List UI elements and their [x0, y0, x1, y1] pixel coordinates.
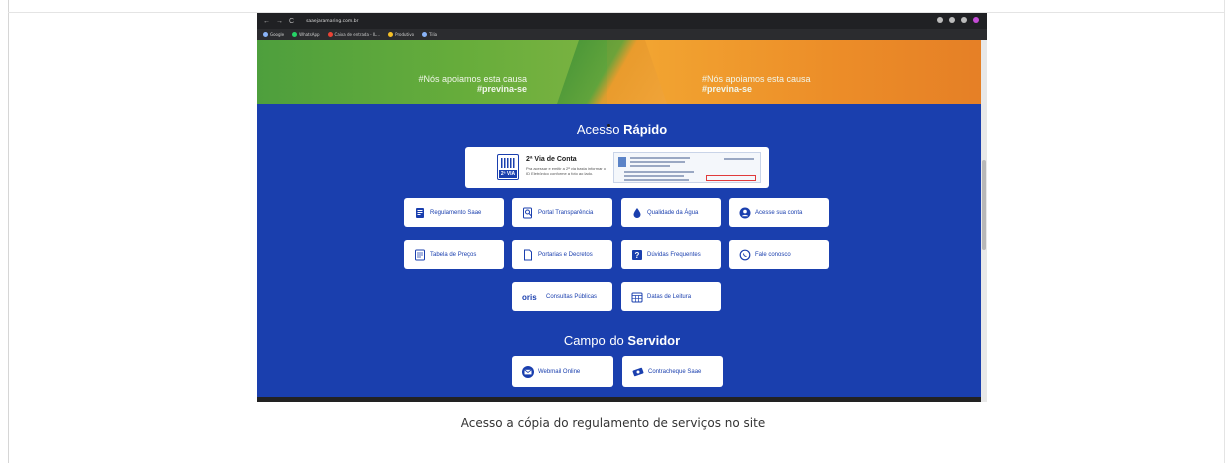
- card-title: 2ª Via de Conta: [526, 156, 577, 163]
- webmail-button[interactable]: Webmail Online: [512, 356, 613, 387]
- bookmark-icon: [388, 32, 394, 37]
- bookmarks-bar: Google WhatsApp Caixa de entrada - IL...…: [257, 29, 987, 40]
- card-description: Pra acessar e emitir a 2ª via basta info…: [526, 166, 606, 176]
- bill-example-image: [613, 152, 761, 183]
- quick-link-label: Tabela de Preços: [430, 251, 477, 258]
- hero-banner[interactable]: #Nós apoiamos esta causa #previna-se #Nó…: [257, 40, 987, 127]
- segunda-via-card[interactable]: 2ª VIA 2ª Via de Conta Pra acessar e emi…: [465, 147, 769, 188]
- quick-link-button[interactable]: Regulamento Saae: [404, 198, 504, 227]
- contracheque-button[interactable]: Contracheque Saae: [622, 356, 723, 387]
- hero-green-panel: [257, 40, 607, 104]
- hero-orange-panel: [607, 40, 987, 104]
- bookmark-icon: [422, 32, 428, 37]
- quick-link-label: Qualidade da Água: [647, 209, 699, 216]
- bill-line: [624, 175, 684, 177]
- page-scrollbar[interactable]: [981, 40, 987, 402]
- bill-line: [724, 158, 754, 160]
- quick-link-label: Datas de Leitura: [647, 293, 692, 300]
- hero-slogan-right: #Nós apoiamos esta causa #previna-se: [702, 74, 811, 94]
- water-drop-icon: [631, 207, 643, 219]
- gmail-icon: [327, 32, 333, 37]
- bill-line: [624, 179, 689, 181]
- whatsapp-icon: [292, 32, 298, 37]
- bill-line: [624, 171, 694, 173]
- quick-link-label: Portarias e Decretos: [538, 251, 593, 258]
- quick-link-label: Consultas Públicas: [546, 293, 598, 300]
- scrollbar-thumb[interactable]: [982, 160, 986, 250]
- website-screenshot: ← → C saaejaramaring.com.br Google Whats…: [257, 13, 987, 402]
- quick-link-button[interactable]: Portarias e Decretos: [512, 240, 612, 269]
- browser-nav: ← → C: [263, 18, 294, 25]
- quick-link-button[interactable]: Acesse sua conta: [729, 198, 829, 227]
- quick-link-label: Dúvidas Frequentes: [647, 251, 701, 258]
- back-icon[interactable]: ←: [263, 18, 270, 25]
- calendar-icon: [631, 291, 643, 303]
- hero-slogan-left: #Nós apoiamos esta causa #previna-se: [418, 74, 527, 94]
- bill-line: [630, 165, 670, 167]
- browser-toolbar: ← → C saaejaramaring.com.br: [257, 13, 987, 29]
- profile-avatar[interactable]: [973, 17, 979, 23]
- quick-link-label: Acesse sua conta: [755, 209, 803, 216]
- money-icon: [632, 366, 644, 378]
- taskbar-strip: [257, 397, 981, 402]
- quick-link-button[interactable]: Qualidade da Água: [621, 198, 721, 227]
- quick-link-label: Portal Transparência: [538, 209, 594, 216]
- forward-icon[interactable]: →: [276, 18, 283, 25]
- whatsapp-icon: [739, 249, 751, 261]
- user-icon: [739, 207, 751, 219]
- oris-logo: oris: [522, 291, 542, 303]
- bill-line: [630, 157, 690, 159]
- extension-icons: [937, 17, 979, 23]
- mail-icon: [522, 365, 534, 378]
- bookmark[interactable]: Google: [263, 32, 284, 37]
- extension-icon[interactable]: [961, 17, 967, 23]
- google-icon: [263, 32, 268, 37]
- left-border: [8, 0, 9, 463]
- quick-link-label: Fale conosco: [755, 251, 791, 258]
- quick-link-button[interactable]: Datas de Leitura: [621, 282, 721, 311]
- quick-link-button[interactable]: ? Dúvidas Frequentes: [621, 240, 721, 269]
- quick-link-button[interactable]: oris Consultas Públicas: [512, 282, 612, 311]
- bill-line: [630, 161, 685, 163]
- extension-icon[interactable]: [949, 17, 955, 23]
- svg-text:oris: oris: [522, 293, 537, 302]
- price-table-icon: [414, 249, 426, 261]
- question-icon: ?: [631, 249, 643, 261]
- campo-servidor-title: Campo do Servidor: [563, 333, 681, 348]
- segunda-via-icon: 2ª VIA: [497, 154, 519, 180]
- reload-icon[interactable]: C: [289, 18, 294, 25]
- bill-logo: [618, 157, 626, 167]
- quick-link-button[interactable]: Fale conosco: [729, 240, 829, 269]
- bookmark[interactable]: Tilia: [422, 32, 437, 37]
- bookmark[interactable]: Produtivo: [388, 32, 414, 37]
- document-icon: [414, 207, 426, 219]
- page-frame: ← → C saaejaramaring.com.br Google Whats…: [0, 0, 1226, 463]
- address-bar[interactable]: saaejaramaring.com.br: [306, 19, 358, 24]
- quick-link-label: Regulamento Saae: [430, 209, 482, 216]
- svg-text:?: ?: [635, 251, 640, 260]
- file-icon: [522, 249, 534, 261]
- extension-icon[interactable]: [937, 17, 943, 23]
- quick-link-button[interactable]: Tabela de Preços: [404, 240, 504, 269]
- figure-caption: Acesso a cópia do regulamento de serviço…: [460, 416, 766, 430]
- quick-link-button[interactable]: Portal Transparência: [512, 198, 612, 227]
- acesso-rapido-title: Acesso Rápido: [576, 122, 668, 137]
- id-highlight: [706, 175, 756, 181]
- right-border: [1224, 0, 1225, 463]
- barcode-icon: [501, 158, 515, 168]
- search-document-icon: [522, 207, 534, 219]
- bookmark[interactable]: Caixa de entrada - IL...: [327, 32, 380, 37]
- bookmark[interactable]: WhatsApp: [292, 32, 320, 37]
